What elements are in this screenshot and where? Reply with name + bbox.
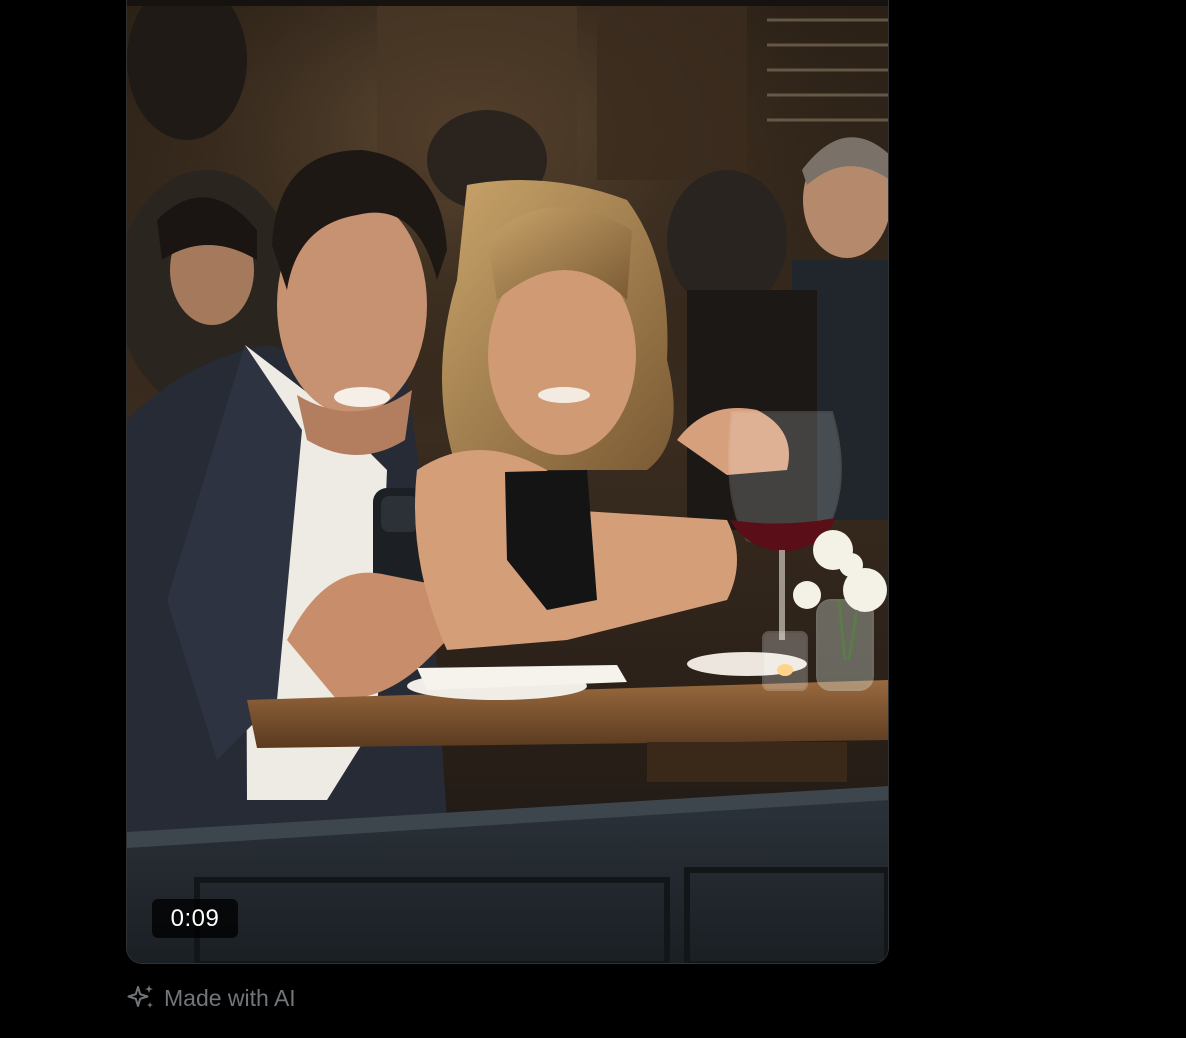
sparkle-icon bbox=[127, 985, 153, 1008]
ai-content-label[interactable]: Made with AI bbox=[126, 980, 296, 1016]
ai-label-text: Made with AI bbox=[164, 984, 296, 1011]
timeline-page: 0:09 Made with AI bbox=[0, 0, 1186, 1038]
video-duration-badge: 0:09 bbox=[152, 899, 238, 938]
video-frame[interactable] bbox=[127, 0, 889, 964]
video-player[interactable]: 0:09 bbox=[126, 0, 889, 964]
